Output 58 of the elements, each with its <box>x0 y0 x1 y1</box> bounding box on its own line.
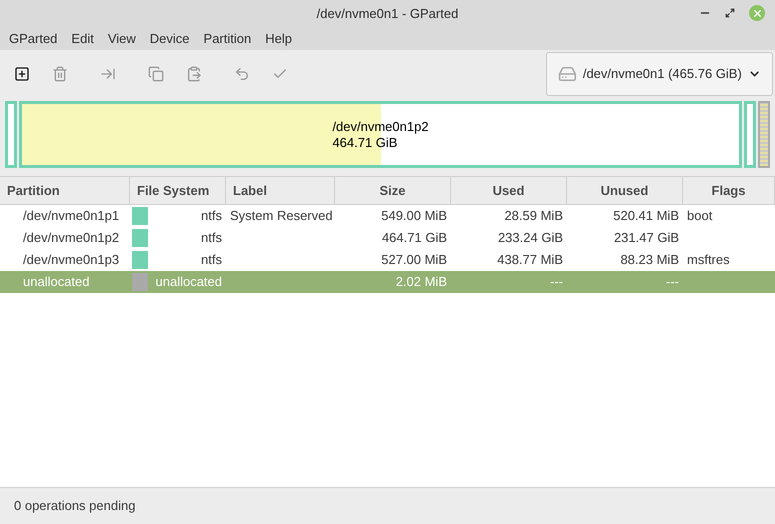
table-cell-text: 231.47 GiB <box>614 229 679 248</box>
arrow-to-line-icon <box>100 66 116 82</box>
table-cell-text: 527.00 MiB <box>381 251 447 270</box>
column-header[interactable]: Used <box>451 177 567 204</box>
copy-icon <box>148 66 164 82</box>
menu-item[interactable]: Help <box>258 28 299 48</box>
table-cell-text: --- <box>550 273 563 292</box>
table-cell-text: unallocated <box>23 273 90 292</box>
table-cell-text: /dev/nvme0n1p1 <box>23 207 120 226</box>
table-cell-text: ntfs <box>201 229 222 248</box>
table-cell-text: System Reserved <box>230 207 333 226</box>
table-cell-text: 2.02 MiB <box>396 273 447 292</box>
table-row[interactable]: /dev/nvme0n1p1 ntfs System Reserved 549.00 MiB 28.59 MiB 520.41 MiB boot <box>0 205 775 227</box>
new-icon <box>14 66 30 82</box>
table-cell-text: 438.77 MiB <box>497 251 563 270</box>
table-cell-text: /dev/nvme0n1p2 <box>23 229 120 248</box>
partition-size: 464.71 GiB <box>332 134 398 150</box>
clipboard-icon <box>186 66 202 82</box>
menu-item[interactable]: Partition <box>196 28 258 48</box>
table-cell-text: 88.23 MiB <box>620 251 679 270</box>
table-cell-text: unallocated <box>156 273 222 292</box>
undo-icon <box>234 66 250 82</box>
column-header[interactable]: Unused <box>567 177 683 204</box>
maximize-icon[interactable] <box>725 8 735 18</box>
menu-item[interactable]: View <box>100 28 143 48</box>
partition-segment[interactable]: /dev/nvme0n1p2 464.71 GiB <box>19 101 742 168</box>
column-header[interactable]: Size <box>335 177 451 204</box>
partition-segment[interactable] <box>5 101 17 168</box>
menu-item[interactable]: GParted <box>2 28 64 48</box>
close-icon <box>752 8 762 18</box>
table-cell-text: msftres <box>687 251 730 270</box>
table-cell-text: ntfs <box>201 251 222 270</box>
close-button[interactable] <box>749 5 765 21</box>
window-title: /dev/nvme0n1 - GParted <box>316 4 458 23</box>
unallocated-segment[interactable] <box>758 101 770 168</box>
table-row[interactable]: /dev/nvme0n1p2 ntfs 464.71 GiB 233.24 GiB 231.47 GiB <box>0 227 775 249</box>
status-text: 0 operations pending <box>14 497 136 516</box>
toolbar-button[interactable] <box>13 64 31 82</box>
column-header[interactable]: Partition <box>0 177 130 204</box>
table-cell-text: 549.00 MiB <box>381 207 447 226</box>
table-cell-text: boot <box>687 207 712 226</box>
menu-item[interactable]: Device <box>142 28 197 48</box>
table-cell-text: 464.71 GiB <box>382 229 447 248</box>
table-cell-text: /dev/nvme0n1p3 <box>23 251 120 270</box>
table-row[interactable]: /dev/nvme0n1p3 ntfs 527.00 MiB 438.77 MiB 88.23 MiB msftres <box>0 249 775 271</box>
table-cell-text: 520.41 MiB <box>613 207 679 226</box>
table-cell-text: ntfs <box>201 207 222 226</box>
table-cell-text: 28.59 MiB <box>504 207 563 226</box>
table-cell-text: 233.24 GiB <box>498 229 563 248</box>
column-header[interactable]: Flags <box>683 177 775 204</box>
column-header[interactable]: Label <box>226 177 335 204</box>
menu-item[interactable]: Edit <box>64 28 101 48</box>
table-cell-text: --- <box>666 273 679 292</box>
trash-icon <box>52 66 68 82</box>
partition-name: /dev/nvme0n1p2 <box>332 118 429 134</box>
column-header[interactable]: File System <box>130 177 226 204</box>
partition-segment[interactable] <box>744 101 756 168</box>
device-dropdown[interactable]: /dev/nvme0n1 (465.76 GiB) <box>546 52 773 96</box>
